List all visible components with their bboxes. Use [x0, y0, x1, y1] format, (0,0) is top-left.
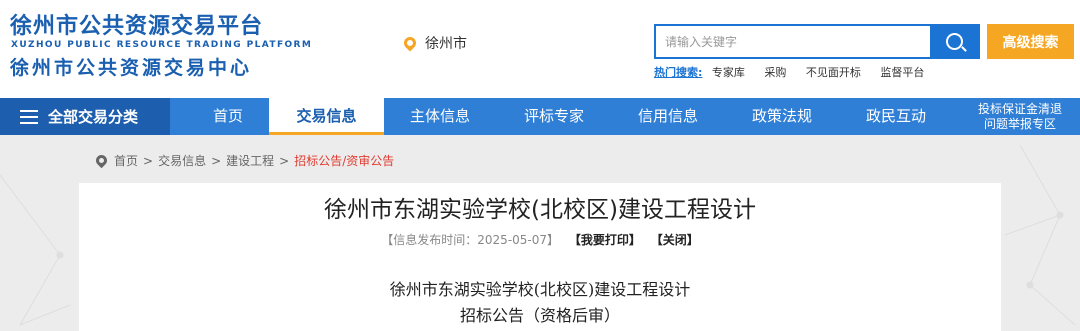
- search-box: [654, 24, 980, 59]
- search-button[interactable]: [930, 26, 978, 57]
- city-name: 徐州市: [425, 36, 467, 52]
- main-nav: 全部交易分类 首页 交易信息 主体信息 评标专家 信用信息 政策法规 政民互动 …: [0, 98, 1080, 135]
- all-categories-button[interactable]: 全部交易分类: [0, 98, 170, 135]
- nav-item-report-label: 问题举报专区: [983, 117, 1056, 131]
- hot-search-item[interactable]: 专家库: [712, 66, 745, 79]
- hot-search-label: 热门搜索:: [654, 66, 703, 79]
- nav-item-deposit-label: 投标保证金清退: [977, 102, 1062, 116]
- print-button[interactable]: 【我要打印】: [569, 233, 641, 247]
- nav-item-policy[interactable]: 政策法规: [734, 98, 830, 135]
- location-pin-icon: [93, 152, 110, 169]
- location-pin-icon: [401, 34, 419, 52]
- close-button[interactable]: 【关闭】: [651, 233, 699, 247]
- search-input[interactable]: [656, 26, 930, 57]
- search-icon: [945, 33, 963, 50]
- nav-item-credit-info[interactable]: 信用信息: [620, 98, 716, 135]
- hot-search-item[interactable]: 监督平台: [880, 66, 924, 79]
- menu-icon: [20, 109, 38, 124]
- nav-item-deposit-report[interactable]: 投标保证金清退 问题举报专区: [970, 102, 1070, 132]
- breadcrumb-separator: >: [279, 153, 290, 168]
- logo-title[interactable]: 徐州市公共资源交易平台: [10, 8, 263, 40]
- hot-search-item[interactable]: 采购: [764, 66, 786, 79]
- breadcrumb: 首页 > 交易信息 > 建设工程 > 招标公告/资审公告: [93, 152, 394, 169]
- breadcrumb-separator: >: [211, 153, 222, 168]
- breadcrumb-trade-info[interactable]: 交易信息: [158, 152, 206, 169]
- nav-item-bid-experts[interactable]: 评标专家: [506, 98, 602, 135]
- logo-center-name: 徐州市公共资源交易中心: [10, 57, 253, 79]
- city-selector[interactable]: 徐州市: [401, 33, 467, 53]
- all-categories-label: 全部交易分类: [48, 108, 139, 126]
- nav-item-home[interactable]: 首页: [180, 98, 276, 135]
- nav-item-subject-info[interactable]: 主体信息: [392, 98, 488, 135]
- breadcrumb-home[interactable]: 首页: [114, 152, 138, 169]
- breadcrumb-construction[interactable]: 建设工程: [226, 152, 274, 169]
- nav-item-trade-info[interactable]: 交易信息: [269, 98, 384, 135]
- site-header: 徐州市公共资源交易平台 XUZHOU PUBLIC RESOURCE TRADI…: [0, 0, 1080, 98]
- article-meta: 【信息发布时间：2025-05-07】 【我要打印】 【关闭】: [0, 231, 1080, 248]
- hot-search-item[interactable]: 不见面开标: [806, 66, 861, 79]
- breadcrumb-current[interactable]: 招标公告/资审公告: [294, 152, 394, 169]
- advanced-search-button[interactable]: 高级搜索: [987, 24, 1074, 59]
- logo-subtitle-en: XUZHOU PUBLIC RESOURCE TRADING PLATFORM: [11, 40, 313, 50]
- publish-time: 【信息发布时间：2025-05-07】: [381, 233, 560, 247]
- hot-search-bar: 热门搜索: 专家库 采购 不见面开标 监督平台: [654, 64, 940, 80]
- breadcrumb-separator: >: [143, 153, 154, 168]
- article-title: 徐州市东湖实验学校(北校区)建设工程设计: [324, 197, 756, 223]
- nav-item-interaction[interactable]: 政民互动: [848, 98, 944, 135]
- body-heading-line1: 徐州市东湖实验学校(北校区)建设工程设计: [389, 280, 691, 299]
- body-heading-line2: 招标公告（资格后审）: [459, 306, 620, 325]
